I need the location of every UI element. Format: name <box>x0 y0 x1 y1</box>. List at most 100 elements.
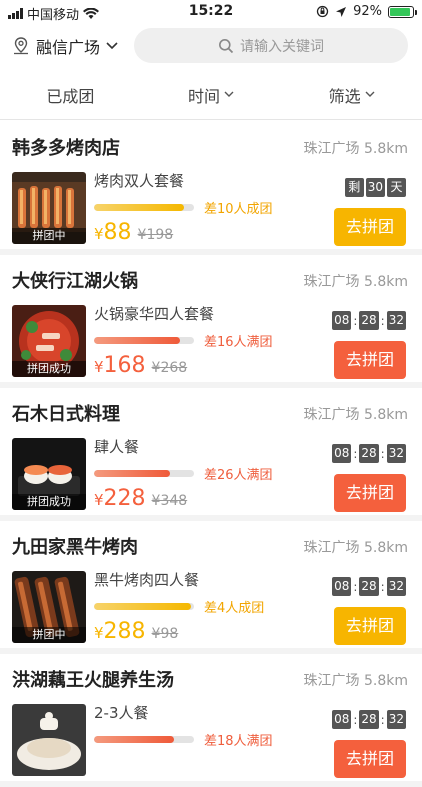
orientation-lock-icon <box>316 5 329 18</box>
join-group-button[interactable]: 去拼团 <box>334 474 406 512</box>
deal-card[interactable]: 韩多多烤肉店 珠江广场 5.8km 拼团中 烤肉双人套餐 差10人成团 ¥88 … <box>0 122 422 255</box>
restaurant-name: 大侠行江湖火锅 <box>12 271 138 292</box>
timer-separator: : <box>380 446 385 461</box>
timer-minutes: 28 <box>359 577 379 596</box>
price-row: ¥168 ¥268 <box>94 353 187 378</box>
filter-time[interactable]: 时间 <box>141 70 282 119</box>
price-value: 228 <box>103 486 146 511</box>
price-value: 288 <box>103 619 146 644</box>
filter-screen[interactable]: 筛选 <box>281 70 422 119</box>
price-value: 168 <box>103 353 146 378</box>
deal-card[interactable]: 大侠行江湖火锅 珠江广场 5.8km 拼团成功 火锅豪华四人套餐 差16人满团 … <box>0 255 422 388</box>
currency-symbol: ¥ <box>94 624 104 642</box>
group-status-badge: 拼团成功 <box>12 494 86 510</box>
countdown-timer: 08: 28: 32 <box>332 577 406 596</box>
group-status-badge: 拼团中 <box>12 228 86 244</box>
timer-seconds: 32 <box>386 311 406 330</box>
chevron-down-icon <box>106 42 118 50</box>
deal-title: 烤肉双人套餐 <box>94 172 185 190</box>
battery-percent: 92% <box>353 4 382 19</box>
remaining-count: 差18人满团 <box>204 734 273 749</box>
filter-label: 筛选 <box>328 86 361 106</box>
deal-card[interactable]: 石木日式料理 珠江广场 5.8km 拼团成功 肆人餐 差26人满团 ¥228 ¥… <box>0 388 422 521</box>
timer-seconds: 32 <box>386 577 406 596</box>
group-progress-bar <box>94 470 194 477</box>
status-bar: 中国移动 15:22 92% <box>0 0 422 24</box>
deal-title: 火锅豪华四人套餐 <box>94 305 215 323</box>
price-row: ¥88 ¥198 <box>94 220 173 245</box>
remaining-count: 差26人满团 <box>204 468 273 483</box>
deal-card[interactable]: 洪湖藕王火腿养生汤 珠江广场 5.8km 2-3人餐 差18人满团 08: 28… <box>0 654 422 787</box>
timer-suffix: 天 <box>387 178 406 197</box>
timer-separator: : <box>353 446 358 461</box>
timer-hours: 08 <box>332 710 352 729</box>
location-pin-icon <box>14 37 28 55</box>
original-price: ¥268 <box>151 360 188 376</box>
remaining-count: 差16人满团 <box>204 335 273 350</box>
price-row: ¥288 ¥98 <box>94 619 178 644</box>
countdown-timer: 剩 30 天 <box>344 178 406 197</box>
search-placeholder: 请输入关键词 <box>240 38 324 55</box>
original-price: ¥98 <box>151 626 179 642</box>
location-label: 融信广场 <box>36 38 101 57</box>
group-progress-bar <box>94 204 194 211</box>
currency-symbol: ¥ <box>94 491 104 509</box>
timer-minutes: 28 <box>359 444 379 463</box>
join-group-button[interactable]: 去拼团 <box>334 740 406 778</box>
current-price: ¥228 <box>94 486 146 511</box>
currency-symbol: ¥ <box>94 225 104 243</box>
remaining-count: 差4人成团 <box>204 601 265 616</box>
search-input[interactable]: 请输入关键词 <box>134 28 408 63</box>
status-right: 92% <box>316 4 417 19</box>
deal-title: 肆人餐 <box>94 438 140 456</box>
distance-label: 珠江广场 5.8km <box>303 141 408 157</box>
group-progress-bar <box>94 337 194 344</box>
distance-label: 珠江广场 5.8km <box>303 673 408 689</box>
timer-seconds: 32 <box>386 710 406 729</box>
restaurant-name: 九田家黑牛烤肉 <box>12 537 138 558</box>
join-group-button[interactable]: 去拼团 <box>334 341 406 379</box>
deal-thumbnail: 拼团中 <box>12 172 86 244</box>
search-icon <box>219 38 234 53</box>
current-price: ¥288 <box>94 619 146 644</box>
timer-separator: : <box>353 712 358 727</box>
timer-hours: 08 <box>332 577 352 596</box>
deal-thumbnail: 拼团成功 <box>12 305 86 377</box>
deal-title: 2-3人餐 <box>94 704 149 722</box>
timer-hours: 08 <box>332 311 352 330</box>
join-group-button[interactable]: 去拼团 <box>334 607 406 645</box>
deal-thumbnail: 拼团成功 <box>12 438 86 510</box>
join-group-button[interactable]: 去拼团 <box>334 208 406 246</box>
deal-thumbnail: 拼团中 <box>12 571 86 643</box>
original-price: ¥348 <box>151 493 188 509</box>
distance-label: 珠江广场 5.8km <box>303 407 408 423</box>
remaining-count: 差10人成团 <box>204 202 273 217</box>
price-row: ¥228 ¥348 <box>94 486 187 511</box>
timer-minutes: 28 <box>359 710 379 729</box>
price-value: 88 <box>103 220 132 245</box>
timer-hours: 08 <box>332 444 352 463</box>
current-price: ¥88 <box>94 220 132 245</box>
deal-list: 韩多多烤肉店 珠江广场 5.8km 拼团中 烤肉双人套餐 差10人成团 ¥88 … <box>0 122 422 787</box>
filter-formed[interactable]: 已成团 <box>0 70 141 119</box>
timer-minutes: 28 <box>359 311 379 330</box>
deal-title: 黑牛烤肉四人餐 <box>94 571 200 589</box>
deal-card[interactable]: 九田家黑牛烤肉 珠江广场 5.8km 拼团中 黑牛烤肉四人餐 差4人成团 ¥28… <box>0 521 422 654</box>
chevron-down-icon <box>365 91 375 97</box>
filter-bar: 已成团 时间 筛选 <box>0 70 422 120</box>
countdown-timer: 08: 28: 32 <box>332 710 406 729</box>
group-progress-bar <box>94 603 194 610</box>
timer-separator: : <box>380 579 385 594</box>
group-progress-bar <box>94 736 194 743</box>
timer-separator: : <box>353 579 358 594</box>
distance-label: 珠江广场 5.8km <box>303 540 408 556</box>
countdown-timer: 08: 28: 32 <box>332 444 406 463</box>
currency-symbol: ¥ <box>94 358 104 376</box>
top-bar: 融信广场 请输入关键词 <box>0 26 422 66</box>
timer-seconds: 32 <box>386 444 406 463</box>
group-status-badge: 拼团中 <box>12 627 86 643</box>
group-status-badge: 拼团成功 <box>12 361 86 377</box>
location-arrow-icon <box>336 6 347 17</box>
location-selector[interactable]: 融信广场 <box>12 34 118 58</box>
restaurant-name: 石木日式料理 <box>12 404 120 425</box>
